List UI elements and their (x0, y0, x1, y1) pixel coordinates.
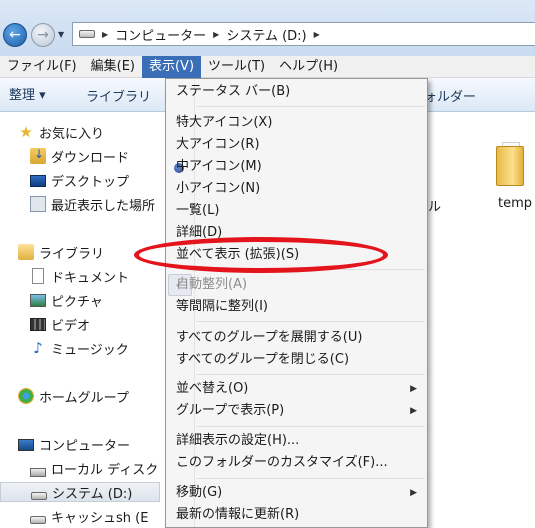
document-icon (32, 268, 44, 284)
nav-label: ダウンロード (51, 150, 130, 166)
nav-cache-drive[interactable]: キャッシュsh (E (30, 506, 148, 526)
menu-item-small-icons[interactable]: 小アイコン(N) (166, 178, 427, 200)
nav-label: お気に入り (39, 126, 105, 142)
menu-view[interactable]: 表示(V) (141, 55, 202, 78)
recent-places-icon (30, 196, 46, 212)
drive-icon (31, 492, 47, 500)
menu-item-sort-by[interactable]: 並べ替え(O) ▶ (166, 378, 427, 400)
nav-system-drive[interactable]: システム (D:) (0, 482, 160, 502)
highlight-ellipse (134, 237, 388, 273)
menu-bar: ファイル(F) 編集(E) 表示(V) ツール(T) ヘルプ(H) (0, 55, 535, 78)
desktop-icon (30, 175, 46, 187)
recent-pages-dropdown-icon[interactable]: ▼ (58, 30, 64, 39)
nav-label: デスクトップ (51, 174, 130, 190)
folder-label-temp[interactable]: temp (498, 196, 532, 211)
nav-homegroup[interactable]: ホームグループ (18, 386, 129, 406)
view-menu: ステータス バー(B) 特大アイコン(X) 大アイコン(R) 中アイコン(M) … (165, 78, 428, 528)
menu-tools[interactable]: ツール(T) (201, 56, 272, 78)
menu-item-go-to[interactable]: 移動(G) ▶ (166, 482, 427, 504)
menu-file[interactable]: ファイル(F) (0, 56, 84, 78)
homegroup-icon (18, 388, 34, 404)
nav-label: コンピューター (39, 438, 131, 454)
local-disk-icon (30, 467, 46, 477)
picture-icon (30, 293, 46, 307)
nav-libraries[interactable]: ライブラリ (18, 242, 104, 262)
chevron-right-icon[interactable]: ▶ (213, 30, 219, 39)
new-folder-button[interactable]: ォルダー (424, 86, 476, 105)
menu-item-align-to-grid[interactable]: 等間隔に整列(I) (166, 296, 427, 318)
menu-item-expand-groups[interactable]: すべてのグループを展開する(U) (166, 327, 427, 349)
chevron-right-icon[interactable]: ▶ (314, 30, 320, 39)
nav-desktop[interactable]: デスクトップ (30, 170, 129, 190)
video-icon (30, 317, 46, 331)
breadcrumb-system-drive[interactable]: システム (D:) (226, 25, 306, 44)
menu-item-status-bar[interactable]: ステータス バー(B) (166, 81, 427, 103)
menu-item-choose-details[interactable]: 詳細表示の設定(H)... (166, 430, 427, 452)
downloads-folder-icon (30, 147, 46, 164)
library-icon (18, 244, 34, 260)
nav-label: ローカル ディスク (51, 462, 159, 478)
menu-item-group-by[interactable]: グループで表示(P) ▶ (166, 400, 427, 422)
nav-computer[interactable]: コンピューター (18, 434, 130, 454)
menu-edit[interactable]: 編集(E) (84, 56, 142, 78)
back-button[interactable]: ← (3, 23, 27, 47)
menu-item-large-icons[interactable]: 大アイコン(R) (166, 134, 427, 156)
address-bar[interactable]: ▶ コンピューター ▶ システム (D:) ▶ (72, 22, 535, 46)
nav-label: システム (D:) (52, 486, 133, 502)
menu-item-collapse-groups[interactable]: すべてのグループを閉じる(C) (166, 349, 427, 371)
include-in-library-button[interactable]: ライブラリ (86, 86, 151, 105)
nav-label: ビデオ (51, 318, 91, 334)
nav-recent-places[interactable]: 最近表示した場所 (30, 194, 155, 214)
nav-label: ピクチャ (51, 294, 103, 310)
nav-label: 最近表示した場所 (51, 198, 156, 214)
music-note-icon: ♪ (33, 339, 43, 357)
nav-music[interactable]: ♪ ミュージック (30, 338, 129, 358)
nav-label: ホームグループ (39, 390, 129, 406)
menu-item-extra-large-icons[interactable]: 特大アイコン(X) (166, 112, 427, 134)
menu-item-customize-folder[interactable]: このフォルダーのカスタマイズ(F)... (166, 452, 427, 474)
menu-help[interactable]: ヘルプ(H) (272, 56, 345, 78)
nav-local-disk[interactable]: ローカル ディスク (30, 458, 158, 478)
forward-button[interactable]: → (31, 23, 55, 47)
organize-button[interactable]: 整理 ▾ (9, 84, 46, 103)
navigation-pane: ★ お気に入り ダウンロード デスクトップ 最近表示した場所 ライブラリ ドキュ… (0, 112, 160, 528)
menu-item-refresh[interactable]: 最新の情報に更新(R) (166, 504, 427, 526)
submenu-arrow-icon: ▶ (410, 384, 417, 394)
drive-icon (79, 30, 95, 38)
menu-item-label: グループで表示(P) (176, 403, 285, 418)
nav-label: ミュージック (51, 342, 129, 358)
star-icon: ★ (19, 123, 33, 141)
address-bar-area: ← → ▼ ▶ コンピューター ▶ システム (D:) ▶ (0, 0, 535, 56)
drive-icon (30, 516, 46, 524)
submenu-arrow-icon: ▶ (410, 406, 417, 416)
nav-label: ライブラリ (39, 246, 105, 262)
computer-icon (18, 439, 34, 451)
file-label-fragment: ル (428, 200, 442, 215)
menu-item-list[interactable]: 一覧(L) (166, 200, 427, 222)
breadcrumb-computer[interactable]: コンピューター (115, 25, 206, 44)
submenu-arrow-icon: ▶ (410, 488, 417, 498)
menu-item-medium-icons[interactable]: 中アイコン(M) (166, 156, 427, 178)
menu-item-label: 移動(G) (176, 485, 223, 500)
menu-item-auto-arrange[interactable]: 自動整列(A) (166, 274, 427, 296)
nav-label: ドキュメント (51, 270, 130, 286)
chevron-right-icon[interactable]: ▶ (102, 30, 108, 39)
nav-pictures[interactable]: ピクチャ (30, 290, 103, 310)
nav-documents[interactable]: ドキュメント (30, 266, 129, 286)
nav-downloads[interactable]: ダウンロード (30, 146, 129, 166)
nav-favorites[interactable]: ★ お気に入り (18, 122, 104, 142)
nav-label: キャッシュsh (E (51, 510, 149, 526)
nav-videos[interactable]: ビデオ (30, 314, 90, 334)
folder-icon[interactable] (494, 140, 526, 188)
menu-item-label: 並べ替え(O) (176, 381, 249, 396)
